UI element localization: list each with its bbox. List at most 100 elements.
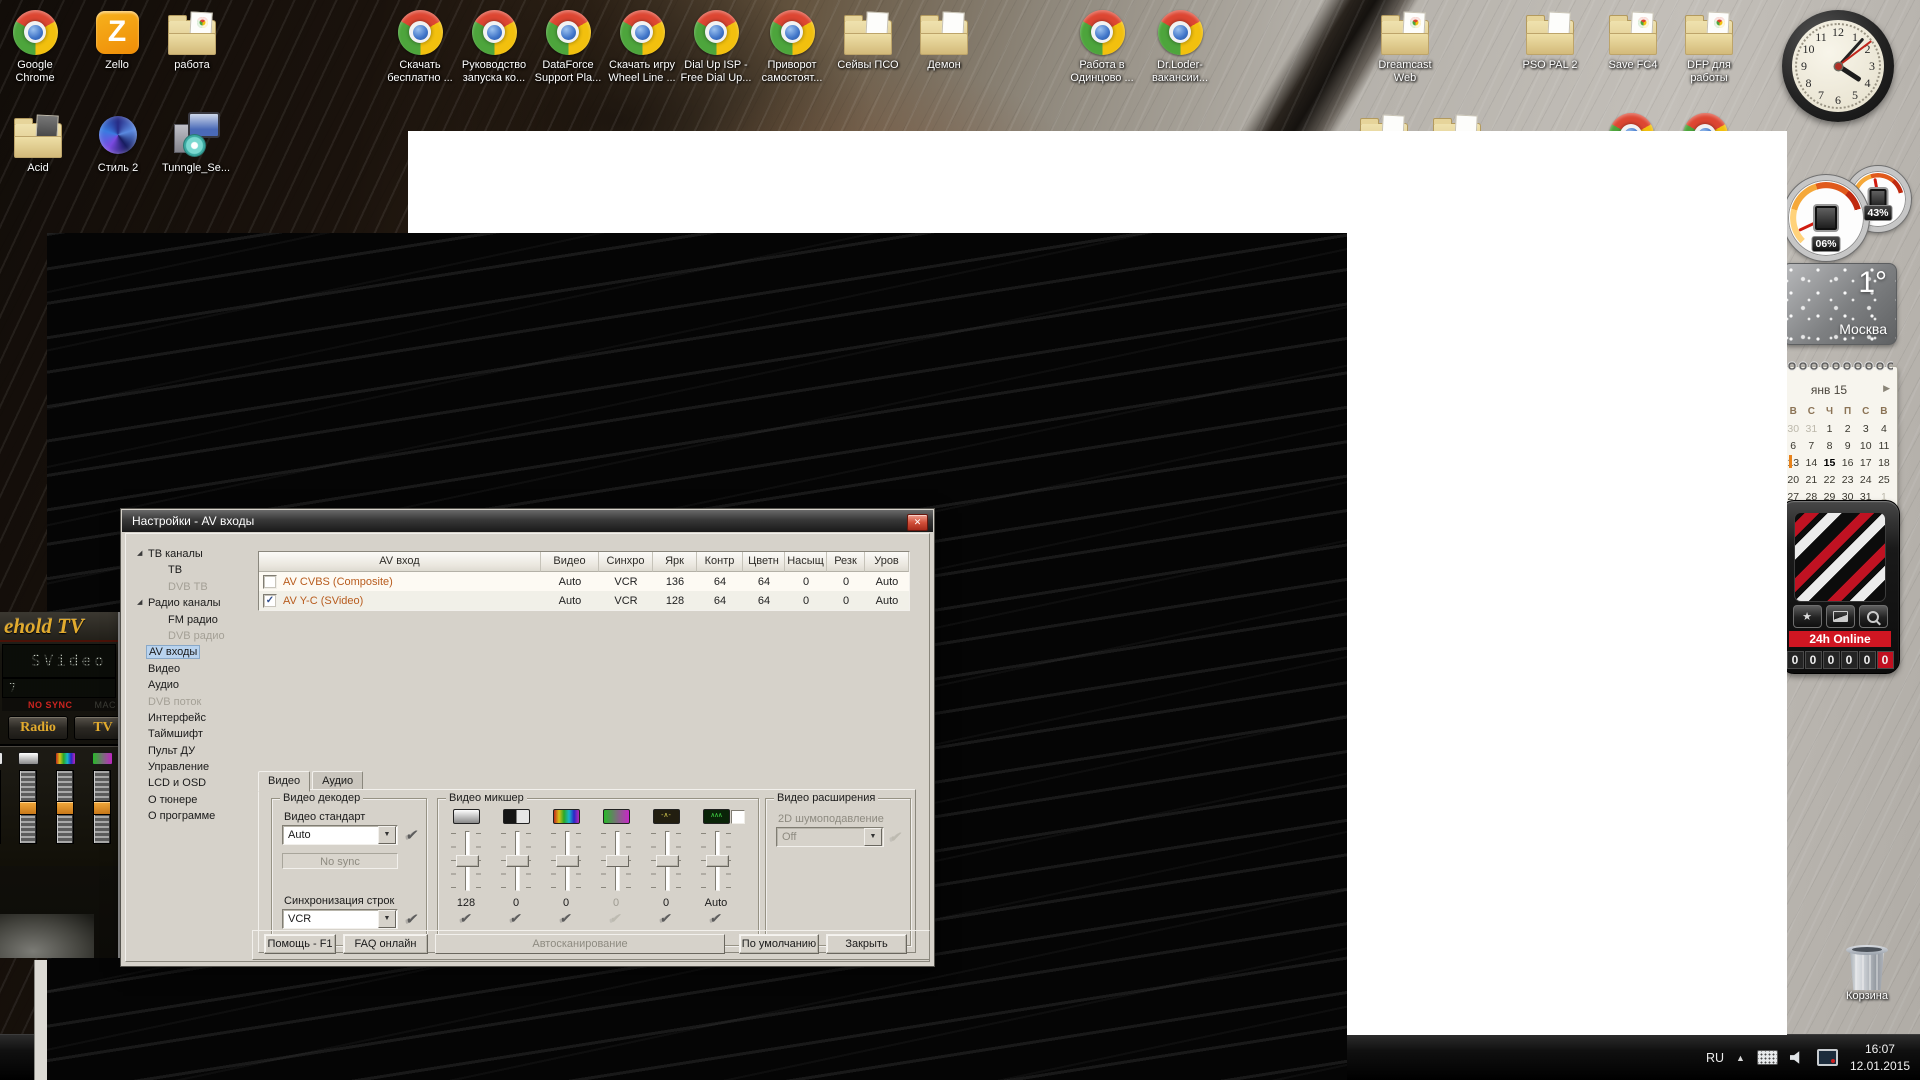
tab-video[interactable]: Видео (258, 771, 310, 792)
tab-audio[interactable]: Аудио (312, 771, 363, 791)
calendar-day-cell[interactable]: 18 (1875, 457, 1893, 469)
apply-check-icon[interactable]: ✔ (543, 910, 589, 927)
search-button[interactable] (1859, 605, 1888, 628)
sidebar-item-12[interactable]: Пульт ДУ (136, 743, 258, 759)
column-header-2[interactable]: Синхро (599, 552, 653, 572)
radio-button[interactable]: Radio (8, 716, 68, 740)
dialog-titlebar[interactable]: Настройки - AV входы ✕ (122, 510, 933, 532)
calendar-day-cell[interactable]: 2 (1839, 423, 1857, 435)
calendar-day-cell[interactable]: 3 (1857, 423, 1875, 435)
apply-check-icon[interactable]: ✔ (443, 910, 489, 927)
favorite-button[interactable]: ★ (1793, 605, 1822, 628)
column-header-0[interactable]: AV вход (259, 552, 541, 572)
gallery-button[interactable] (1826, 605, 1855, 628)
table-row[interactable]: ✓AV Y-C (SVideo)AutoVCR128646400Auto (259, 591, 909, 610)
column-header-4[interactable]: Контр (697, 552, 743, 572)
mixer-slider-brightness[interactable]: 128✔ (444, 809, 488, 927)
calendar-day-cell[interactable]: 22 (1820, 474, 1838, 486)
calendar-day-cell[interactable]: 16 (1839, 457, 1857, 469)
calendar-day-cell[interactable]: 23 (1839, 474, 1857, 486)
checkbox-checked[interactable]: ✓ (263, 594, 277, 608)
column-header-5[interactable]: Цветн (743, 552, 785, 572)
chevron-down-icon[interactable]: ▼ (378, 826, 396, 844)
calendar-day-cell[interactable]: 15 (1820, 457, 1838, 469)
slider-track[interactable] (449, 829, 483, 893)
video-standard-combo[interactable]: Auto ▼ (282, 825, 398, 845)
calendar-day-cell[interactable]: 14 (1802, 457, 1820, 469)
slider-thumb[interactable] (656, 855, 679, 867)
column-header-7[interactable]: Резк (827, 552, 865, 572)
sidebar-item-4[interactable]: FM радио (136, 612, 258, 628)
mixer-slider-agc[interactable]: ∧∧∧Auto✔ (694, 809, 738, 927)
footer-button-3[interactable]: По умолчанию (739, 934, 819, 954)
expand-marker-icon[interactable]: ◢ (137, 595, 142, 611)
language-indicator[interactable]: RU (1706, 1051, 1724, 1065)
sidebar-item-15[interactable]: О тюнере (136, 792, 258, 808)
calendar-day-cell[interactable]: 7 (1802, 440, 1820, 452)
skin-slider-handle[interactable] (93, 801, 111, 815)
apply-check-icon[interactable]: ✔ (643, 910, 689, 927)
slider-track[interactable] (499, 829, 533, 893)
column-header-6[interactable]: Насыщ (785, 552, 827, 572)
sidebar-item-11[interactable]: Таймшифт (136, 726, 258, 742)
slider-track[interactable] (549, 829, 583, 893)
calendar-day-cell[interactable]: 31 (1802, 423, 1820, 435)
weather-gadget[interactable]: 1° Москва (1782, 263, 1897, 345)
chevron-down-icon[interactable]: ▼ (378, 910, 396, 928)
column-header-8[interactable]: Уров (865, 552, 909, 572)
sidebar-item-10[interactable]: Интерфейс (136, 710, 258, 726)
taskbar-clock[interactable]: 16:07 12.01.2015 (1850, 1041, 1914, 1075)
calendar-day-cell[interactable]: 17 (1857, 457, 1875, 469)
slider-thumb[interactable] (456, 855, 479, 867)
mixer-slider-hue[interactable]: 0✔ (544, 809, 588, 927)
skin-slider-handle[interactable] (19, 801, 37, 815)
show-hidden-icons-arrow[interactable]: ▲ (1736, 1053, 1745, 1063)
calendar-day-cell[interactable]: 24 (1857, 474, 1875, 486)
cpu-gauge[interactable]: 06% (1783, 175, 1869, 261)
clock-gadget[interactable]: 111098765432112 (1782, 10, 1894, 122)
display-tray-icon[interactable] (1817, 1049, 1838, 1066)
slider-thumb[interactable] (506, 855, 529, 867)
calendar-day-cell[interactable]: 10 (1857, 440, 1875, 452)
skin-slider-track[interactable] (0, 770, 1, 844)
skin-slider-track[interactable] (93, 770, 111, 844)
slider-track[interactable] (699, 829, 733, 893)
calendar-day-cell[interactable]: 4 (1875, 423, 1893, 435)
column-header-1[interactable]: Видео (541, 552, 599, 572)
apply-check-icon[interactable]: ✔ (405, 910, 420, 928)
calendar-day-cell[interactable]: 9 (1839, 440, 1857, 452)
table-row[interactable]: AV CVBS (Composite)AutoVCR136646400Auto (259, 572, 909, 591)
skin-slider-contrast[interactable] (0, 752, 10, 844)
skin-slider-handle[interactable] (0, 801, 1, 815)
skin-slider-saturation[interactable] (84, 752, 120, 844)
slider-thumb[interactable] (556, 855, 579, 867)
sidebar-item-8[interactable]: Аудио (136, 677, 258, 693)
volume-tray-icon[interactable] (1790, 1051, 1805, 1064)
slider-track[interactable] (649, 829, 683, 893)
sidebar-item-7[interactable]: Видео (136, 661, 258, 677)
calendar-day-cell[interactable]: 25 (1875, 474, 1893, 486)
behold-tv-panel[interactable]: ehold TV SVideo 7 NO SYNC MACROVISION Ra… (0, 612, 122, 958)
skin-slider-hue[interactable] (47, 752, 83, 844)
column-header-3[interactable]: Ярк (653, 552, 697, 572)
checkbox-unchecked[interactable] (263, 575, 277, 589)
footer-button-0[interactable]: Помощь - F1 (264, 934, 336, 954)
slider-thumb[interactable] (706, 855, 729, 867)
skin-slider-handle[interactable] (56, 801, 74, 815)
calendar-day-cell[interactable]: 11 (1875, 440, 1893, 452)
mixer-slider-contrast[interactable]: 0✔ (494, 809, 538, 927)
sidebar-item-16[interactable]: О программе (136, 808, 258, 824)
sidebar-item-3[interactable]: ◢Радио каналы (136, 595, 258, 611)
calendar-next-icon[interactable]: ▶ (1883, 383, 1890, 394)
line-sync-combo[interactable]: VCR ▼ (282, 909, 398, 929)
apply-check-icon[interactable]: ✔ (693, 910, 739, 927)
agc-checkbox[interactable] (731, 810, 745, 824)
close-button[interactable]: ✕ (907, 514, 928, 531)
apply-check-icon[interactable]: ✔ (405, 826, 420, 844)
sidebar-item-0[interactable]: ◢ТВ каналы (136, 546, 258, 562)
sidebar-item-1[interactable]: ТВ (136, 562, 258, 578)
skin-slider-brightness[interactable] (10, 752, 46, 844)
calendar-day-cell[interactable]: 8 (1820, 440, 1838, 452)
footer-button-1[interactable]: FAQ онлайн (343, 934, 428, 954)
sidebar-item-14[interactable]: LCD и OSD (136, 775, 258, 791)
